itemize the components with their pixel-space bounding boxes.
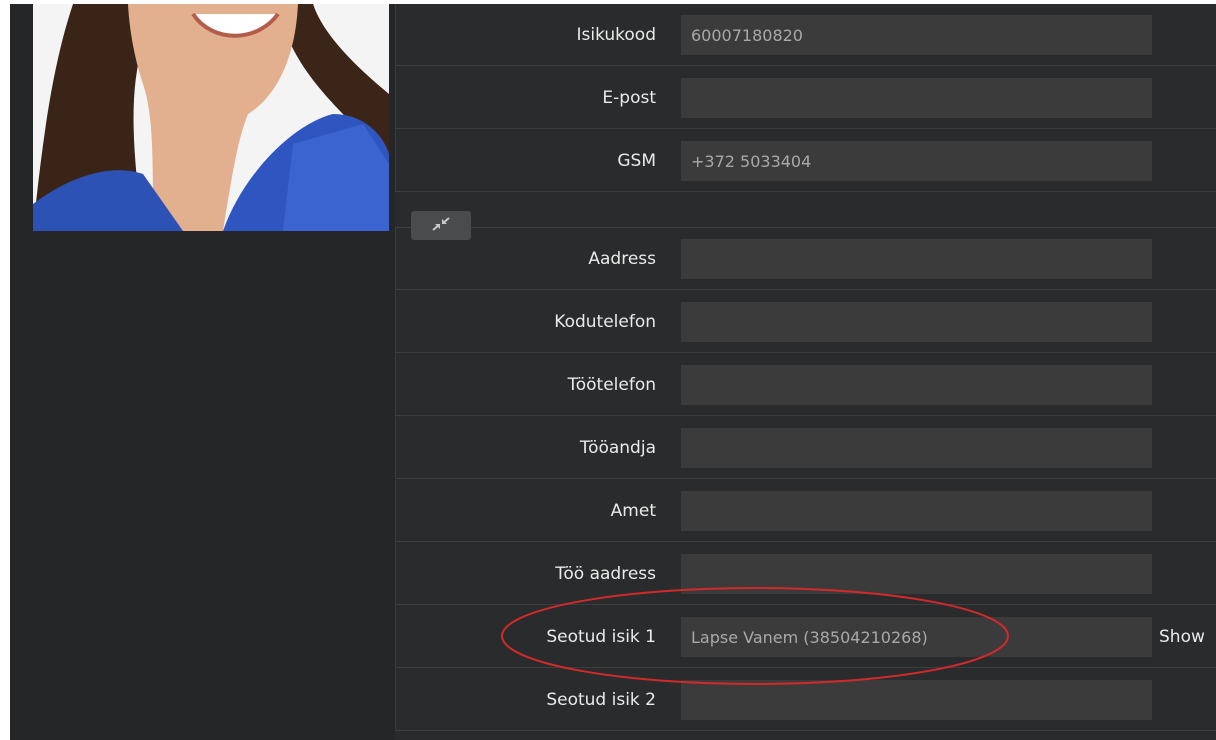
seotud-isik-1-label: Seotud isik 1 <box>546 627 656 647</box>
gsm-input[interactable] <box>681 141 1152 181</box>
too-aadress-input[interactable] <box>681 554 1152 594</box>
tootelefon-label: Töötelefon <box>567 375 656 395</box>
gsm-label: GSM <box>617 151 656 171</box>
section-divider <box>395 192 1216 228</box>
row-seotud-isik-1: Seotud isik 1 Show <box>395 606 1216 668</box>
tooandja-input[interactable] <box>681 428 1152 468</box>
profile-photo <box>33 4 389 231</box>
seotud-isik-1-input[interactable] <box>681 617 1152 657</box>
aadress-label: Aadress <box>588 249 656 269</box>
tooandja-label: Tööandja <box>579 438 656 458</box>
row-isikukood: Isikukood <box>395 4 1216 66</box>
isikukood-input[interactable] <box>681 15 1152 55</box>
row-aadress: Aadress <box>395 228 1216 290</box>
seotud-isik-2-input[interactable] <box>681 680 1152 720</box>
amet-label: Amet <box>610 501 656 521</box>
tootelefon-input[interactable] <box>681 365 1152 405</box>
kodutelefon-label: Kodutelefon <box>554 312 656 332</box>
row-amet: Amet <box>395 480 1216 542</box>
row-epost: E-post <box>395 67 1216 129</box>
row-too-aadress: Töö aadress <box>395 543 1216 605</box>
row-tootelefon: Töötelefon <box>395 354 1216 416</box>
row-tooandja: Tööandja <box>395 417 1216 479</box>
row-gsm: GSM <box>395 130 1216 192</box>
epost-label: E-post <box>602 88 656 108</box>
show-related-person-link[interactable]: Show <box>1159 606 1205 668</box>
aadress-input[interactable] <box>681 239 1152 279</box>
too-aadress-label: Töö aadress <box>555 564 656 584</box>
kodutelefon-input[interactable] <box>681 302 1152 342</box>
isikukood-label: Isikukood <box>576 25 656 45</box>
epost-input[interactable] <box>681 78 1152 118</box>
seotud-isik-2-label: Seotud isik 2 <box>546 690 656 710</box>
row-kodutelefon: Kodutelefon <box>395 291 1216 353</box>
person-form: Isikukood E-post GSM Aadress <box>395 4 1216 740</box>
amet-input[interactable] <box>681 491 1152 531</box>
row-seotud-isik-2: Seotud isik 2 <box>395 669 1216 731</box>
app-panel: Isikukood E-post GSM Aadress <box>10 4 1216 740</box>
